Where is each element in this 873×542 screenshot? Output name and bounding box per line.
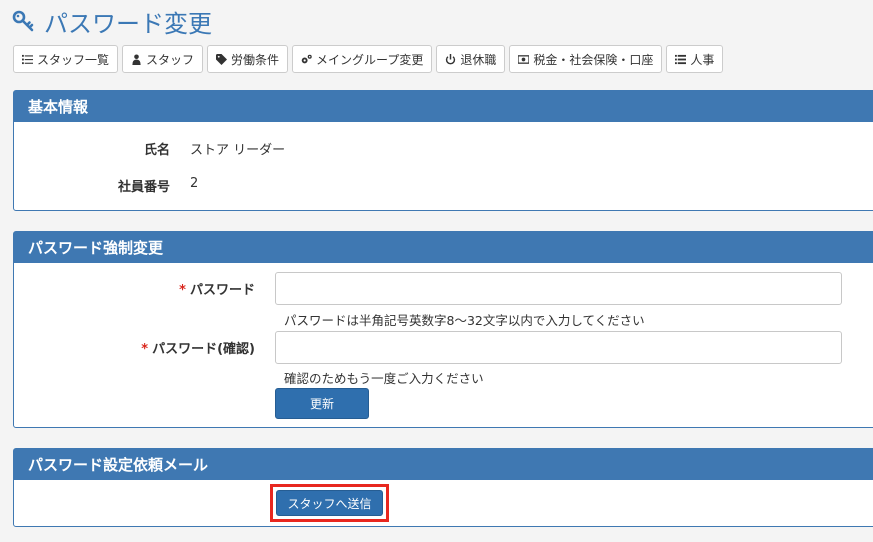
list-numbered-icon [22, 54, 33, 64]
staff-button[interactable]: スタッフ [122, 45, 204, 73]
staff-list-button[interactable]: スタッフ一覧 [13, 45, 119, 73]
send-to-staff-button[interactable]: スタッフへ送信 [276, 490, 383, 516]
password-label: * パスワード [94, 279, 255, 298]
staff-list-label: スタッフ一覧 [37, 52, 110, 67]
required-mark: * [179, 283, 186, 298]
required-mark: * [141, 342, 149, 357]
money-icon [518, 54, 530, 64]
password-force-change-heading: パスワード強制変更 [14, 232, 873, 263]
password-input[interactable] [275, 272, 842, 305]
staff-label: スタッフ [146, 52, 195, 67]
power-icon [446, 53, 456, 64]
gears-icon [301, 54, 312, 63]
password-force-change-panel: パスワード強制変更 * パスワード パスワードは半角記号英数字8〜32文字以内で入… [13, 231, 873, 428]
leave-label: 退休職 [460, 52, 497, 67]
leave-button[interactable]: 退休職 [436, 45, 506, 73]
name-label: 氏名 [143, 143, 170, 158]
password-request-mail-heading: パスワード設定依頼メール [14, 449, 873, 480]
basic-info-heading: 基本情報 [14, 91, 873, 122]
tag-icon [216, 53, 228, 65]
work-conditions-label: 労働条件 [231, 52, 280, 67]
name-value: ストア リーダー [190, 143, 286, 158]
hr-label: 人事 [690, 52, 715, 67]
password-help-text: パスワードは半角記号英数字8〜32文字以内で入力してください [284, 313, 645, 328]
hr-button[interactable]: 人事 [666, 45, 724, 73]
tax-insurance-label: 税金・社会保険・口座 [533, 52, 654, 67]
basic-info-panel: 基本情報 氏名 ストア リーダー 社員番号 2 [13, 90, 873, 211]
toolbar: スタッフ一覧 スタッフ 労働条件 メイングループ変更 退休職 税金・社会保険・口… [13, 45, 724, 73]
password-confirm-label: * パスワード(確認) [94, 338, 255, 357]
main-group-change-label: メイングループ変更 [316, 52, 424, 67]
page-title-text: パスワード変更 [44, 9, 212, 38]
employee-number-value: 2 [190, 176, 199, 191]
user-icon [132, 53, 141, 65]
page-title: パスワード変更 [12, 4, 212, 38]
password-label-text: パスワード [189, 283, 255, 298]
password-confirm-label-text: パスワード(確認) [152, 342, 255, 357]
employee-number-label: 社員番号 [117, 180, 170, 195]
password-request-mail-panel: パスワード設定依頼メール スタッフへ送信 [13, 448, 873, 527]
update-button[interactable]: 更新 [275, 388, 369, 419]
key-icon [12, 10, 34, 32]
main-group-change-button[interactable]: メイングループ変更 [292, 45, 433, 73]
password-confirm-help-text: 確認のためもう一度ご入力ください [284, 371, 484, 386]
password-confirm-input[interactable] [275, 331, 842, 364]
work-conditions-button[interactable]: 労働条件 [207, 45, 289, 73]
tax-insurance-button[interactable]: 税金・社会保険・口座 [509, 45, 663, 73]
list-icon [675, 54, 687, 64]
